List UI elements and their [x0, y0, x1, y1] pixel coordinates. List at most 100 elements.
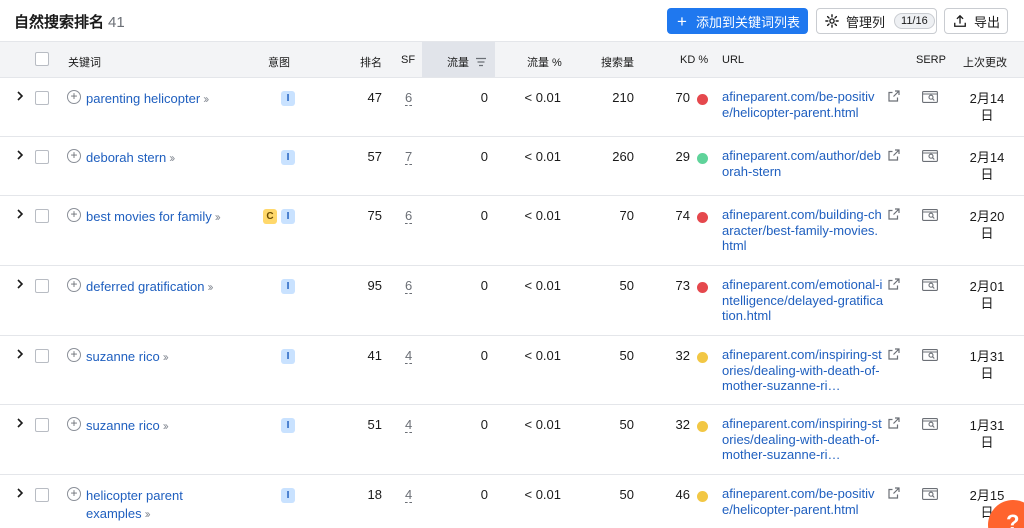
sf-value[interactable]: 6: [405, 90, 413, 106]
serp-preview-icon[interactable]: [922, 209, 938, 221]
chevron-right-icon[interactable]: [15, 418, 25, 428]
column-header-url[interactable]: URL: [722, 54, 744, 66]
row-checkbox[interactable]: [35, 91, 49, 105]
intent-badge: I: [281, 418, 295, 433]
external-link-icon[interactable]: [888, 278, 900, 290]
add-keyword-icon[interactable]: +: [67, 90, 81, 104]
add-keyword-icon[interactable]: +: [67, 487, 81, 501]
serp-preview-icon[interactable]: [922, 418, 938, 430]
url-link[interactable]: afineparent.com/be-positive/helicopter-p…: [722, 486, 884, 517]
table-row: + helicopter parent examples ›› I 18 4 0 …: [0, 475, 1024, 528]
add-to-keyword-list-button[interactable]: + 添加到关键词列表: [667, 8, 808, 34]
keyword-link[interactable]: helicopter parent examples ››: [86, 487, 216, 523]
row-checkbox[interactable]: [35, 418, 49, 432]
column-header-serp[interactable]: SERP: [916, 54, 946, 66]
row-checkbox[interactable]: [35, 488, 49, 502]
external-link-icon[interactable]: [888, 487, 900, 499]
export-button[interactable]: 导出: [944, 8, 1008, 34]
url-link[interactable]: afineparent.com/be-positive/helicopter-p…: [722, 89, 884, 120]
keyword-text: suzanne rico: [86, 418, 160, 433]
url-link[interactable]: afineparent.com/building-character/best-…: [722, 207, 884, 254]
column-header-last-update[interactable]: 上次更改: [963, 54, 1007, 70]
chevron-right-icon[interactable]: [15, 349, 25, 359]
keyword-link[interactable]: parenting helicopter ››: [86, 90, 209, 108]
serp-preview-icon[interactable]: [922, 150, 938, 162]
serp-preview-icon[interactable]: [922, 349, 938, 361]
keyword-text: parenting helicopter: [86, 91, 201, 106]
traffic-pct-value: < 0.01: [524, 487, 561, 502]
double-chevron-icon: ››: [144, 507, 151, 521]
sf-value[interactable]: 4: [405, 417, 413, 433]
external-link-icon[interactable]: [888, 348, 900, 360]
keyword-link[interactable]: best movies for family ››: [86, 208, 221, 226]
column-header-kd[interactable]: KD %: [680, 54, 708, 66]
serp-preview-icon[interactable]: [922, 279, 938, 291]
keyword-link[interactable]: suzanne rico ››: [86, 348, 169, 366]
add-keyword-icon[interactable]: +: [67, 208, 81, 222]
double-chevron-icon: ››: [169, 151, 175, 165]
sf-value[interactable]: 4: [405, 487, 413, 503]
url-link[interactable]: afineparent.com/author/deborah-stern: [722, 148, 884, 179]
volume-value: 260: [612, 149, 634, 164]
keyword-text: deborah stern: [86, 150, 167, 165]
traffic-value: 0: [480, 278, 488, 293]
double-chevron-icon: ››: [162, 350, 169, 364]
table-row: + deferred gratification ›› I 95 6 0 < 0.…: [0, 266, 1024, 336]
add-keyword-icon[interactable]: +: [67, 149, 81, 163]
sf-value[interactable]: 7: [405, 149, 413, 165]
row-checkbox[interactable]: [35, 209, 49, 223]
kd-difficulty-dot: [697, 421, 708, 432]
sort-icon: [476, 57, 487, 67]
external-link-icon[interactable]: [888, 90, 900, 102]
kd-value: 46: [675, 487, 690, 502]
add-keyword-icon[interactable]: +: [67, 278, 81, 292]
serp-preview-icon[interactable]: [922, 488, 938, 500]
column-header-traffic[interactable]: 流量: [447, 54, 487, 70]
chevron-right-icon[interactable]: [15, 279, 25, 289]
column-header-traffic-pct[interactable]: 流量 %: [527, 54, 562, 70]
row-checkbox[interactable]: [35, 349, 49, 363]
external-link-icon[interactable]: [888, 417, 900, 429]
kd-difficulty-dot: [697, 282, 708, 293]
intent-badge: I: [281, 488, 295, 503]
keyword-link[interactable]: deborah stern ››: [86, 149, 175, 167]
table-row: + suzanne rico ›› I 51 4 0 < 0.01 50 32 a…: [0, 405, 1024, 475]
page-title-text: 自然搜索排名: [14, 14, 105, 31]
serp-preview-icon[interactable]: [922, 91, 938, 103]
add-keyword-icon[interactable]: +: [67, 417, 81, 431]
sf-value[interactable]: 4: [405, 348, 413, 364]
traffic-pct-value: < 0.01: [524, 348, 561, 363]
url-link[interactable]: afineparent.com/inspiring-stories/dealin…: [722, 347, 884, 394]
select-all-checkbox[interactable]: [35, 52, 49, 66]
chevron-right-icon[interactable]: [15, 209, 25, 219]
traffic-value: 0: [480, 208, 488, 223]
external-link-icon[interactable]: [888, 149, 900, 161]
kd-value: 74: [675, 208, 690, 223]
kd-difficulty-dot: [697, 352, 708, 363]
table-header: 关键词 意图 排名 SF 流量 流量 % 搜索量 KD % URL SERP 上…: [0, 41, 1024, 78]
keyword-link[interactable]: suzanne rico ››: [86, 417, 169, 435]
add-keyword-icon[interactable]: +: [67, 348, 81, 362]
column-header-keyword[interactable]: 关键词: [68, 54, 101, 70]
column-header-rank[interactable]: 排名: [360, 54, 382, 70]
manage-columns-button[interactable]: 管理列 11/16: [816, 8, 937, 34]
keyword-link[interactable]: deferred gratification ››: [86, 278, 214, 296]
chevron-right-icon[interactable]: [15, 488, 25, 498]
url-link[interactable]: afineparent.com/emotional-intelligence/d…: [722, 277, 884, 324]
column-header-sf[interactable]: SF: [401, 54, 415, 66]
sf-value[interactable]: 6: [405, 278, 413, 294]
external-link-icon[interactable]: [888, 208, 900, 220]
chevron-right-icon[interactable]: [15, 150, 25, 160]
column-header-intent[interactable]: 意图: [268, 54, 290, 70]
chevron-right-icon[interactable]: [15, 91, 25, 101]
sf-value[interactable]: 6: [405, 208, 413, 224]
kd-value: 29: [675, 149, 690, 164]
row-checkbox[interactable]: [35, 150, 49, 164]
volume-value: 50: [619, 348, 634, 363]
row-checkbox[interactable]: [35, 279, 49, 293]
column-header-volume[interactable]: 搜索量: [601, 54, 634, 70]
intent-badge: I: [281, 150, 295, 165]
url-link[interactable]: afineparent.com/inspiring-stories/dealin…: [722, 416, 884, 463]
page-title: 自然搜索排名 41: [14, 11, 125, 32]
last-update-date: 1月31日: [969, 349, 1005, 381]
